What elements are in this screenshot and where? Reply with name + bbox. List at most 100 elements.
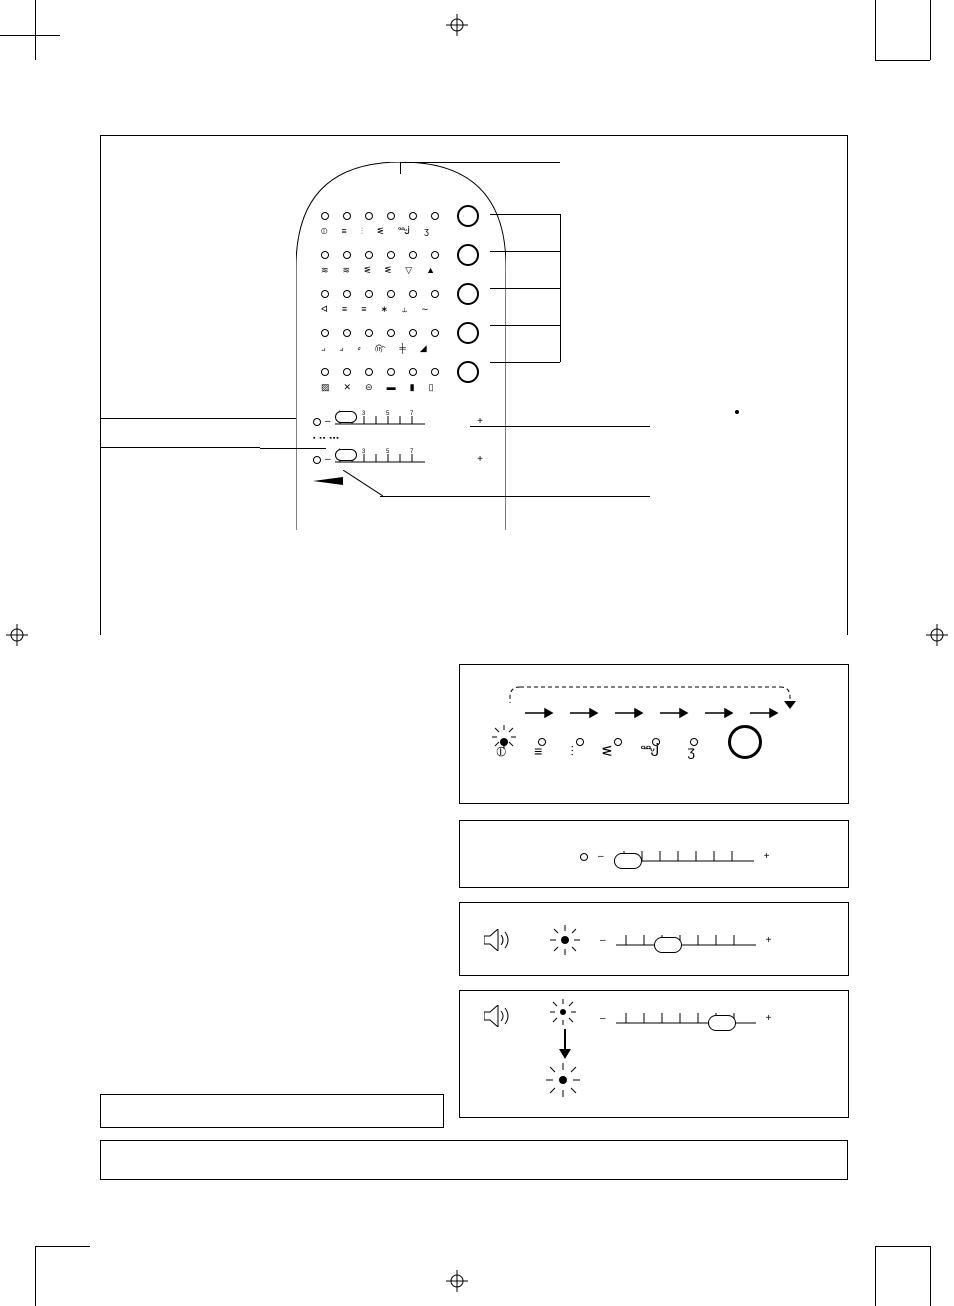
slider-knob[interactable] — [614, 853, 642, 869]
minus-icon: – — [600, 935, 606, 946]
callout-line — [380, 496, 650, 497]
crop-target-left — [6, 624, 28, 646]
row-select-button[interactable] — [457, 283, 479, 305]
stitch-led — [365, 290, 373, 298]
footer-box-1 — [100, 1094, 444, 1128]
minus-icon: – — [325, 416, 331, 427]
crop-mark — [875, 60, 930, 61]
stitch-icon: ≋ — [321, 266, 329, 275]
stitch-icon: ⊝ — [365, 383, 373, 392]
stitch-led — [576, 738, 584, 746]
slider-1: – 1 3 5 7 + ▪ ▪▪ ▪▪▪ — [313, 410, 483, 442]
svg-text:3: 3 — [362, 411, 366, 417]
plus-icon: + — [766, 1013, 772, 1024]
stitch-icon: ᙴ — [398, 227, 410, 236]
figure-b: – + — [459, 820, 849, 888]
stitch-led — [387, 368, 395, 376]
slider-knob[interactable] — [708, 1015, 736, 1031]
callout-line — [490, 251, 560, 252]
stitch-led — [343, 290, 351, 298]
stitch-led — [321, 329, 329, 337]
stitch-led — [343, 251, 351, 259]
crop-target-top — [446, 14, 468, 36]
callout-diagonal — [343, 470, 383, 500]
stitch-icon: ▨ — [321, 383, 330, 392]
cycle-button[interactable] — [728, 725, 762, 759]
arrow-down-icon — [558, 1029, 572, 1064]
stitch-icon: ⟓ — [321, 344, 325, 353]
stitch-led — [365, 329, 373, 337]
callout-line — [490, 362, 560, 363]
crop-mark — [35, 0, 36, 60]
row-select-button[interactable] — [457, 205, 479, 227]
stitch-icon: ≡ — [361, 305, 366, 314]
footer-box-2 — [100, 1140, 848, 1180]
stitch-led — [343, 329, 351, 337]
stitch-led — [321, 251, 329, 259]
stitch-icon: ≋ — [343, 266, 351, 275]
stitch-led — [431, 251, 439, 259]
stitch-icon: ⦶ — [321, 227, 328, 236]
crop-target-right — [926, 624, 948, 646]
stitch-led — [431, 329, 439, 337]
crop-target-bottom — [446, 1270, 468, 1292]
speaker-icon — [484, 929, 512, 956]
crop-mark — [35, 1246, 36, 1306]
left-callout-box — [100, 418, 260, 448]
stitch-led — [321, 212, 329, 220]
stitch-icon: ᓬ — [377, 227, 384, 236]
callout-line — [490, 288, 560, 289]
crop-mark — [875, 0, 876, 60]
stitch-led — [409, 290, 417, 298]
stitch-icon: ≡ — [534, 747, 542, 756]
stitch-icon: ⫶ — [361, 227, 363, 236]
stitch-led — [321, 368, 329, 376]
stitch-icon: ▽ — [405, 266, 412, 275]
svg-text:7: 7 — [410, 411, 414, 417]
stitch-icon: ᓬ — [364, 266, 371, 275]
row-select-button[interactable] — [457, 244, 479, 266]
crop-mark — [35, 1246, 90, 1247]
stitch-icon: ∼ — [421, 305, 429, 314]
stitch-icon: ∗ — [380, 305, 388, 314]
stitch-led — [409, 212, 417, 220]
stitch-led — [431, 290, 439, 298]
stitch-icon: ╪ — [399, 344, 405, 353]
callout-line — [260, 418, 296, 419]
stitch-led — [387, 251, 395, 259]
crop-mark — [930, 0, 931, 60]
figure-d: – + — [459, 990, 849, 1118]
slider-knob[interactable] — [654, 937, 682, 953]
slider-knob[interactable] — [335, 411, 357, 423]
plus-icon: + — [477, 454, 483, 465]
slider-knob[interactable] — [335, 449, 357, 461]
stitch-led — [409, 329, 417, 337]
stitch-icon: ⦶ — [496, 747, 506, 756]
callout-line — [490, 214, 560, 215]
stitch-icon: ⥿ — [402, 305, 407, 314]
stitch-icon: ▮ — [410, 383, 415, 392]
stitch-led — [431, 368, 439, 376]
loop-arrow-icon — [460, 673, 850, 723]
flash-led-icon — [550, 925, 580, 960]
minus-icon: – — [325, 454, 331, 465]
minus-icon: – — [600, 1013, 606, 1024]
row-select-button[interactable] — [457, 361, 479, 383]
stitch-icon: ⟓ — [339, 344, 343, 353]
stitch-icon: ʒ — [424, 227, 429, 236]
slider-led — [580, 853, 588, 861]
taper-arrow-icon — [313, 473, 483, 491]
figure-a: ⦶ ≡ ⫶ ᓬ ᙴ ʒ — [459, 664, 849, 804]
row-select-button[interactable] — [457, 322, 479, 344]
stitch-icon: ▲ — [426, 266, 435, 275]
stitch-icon: ⫶ — [570, 747, 574, 756]
slider-led — [313, 456, 321, 464]
stitch-icon: ௹ — [375, 344, 386, 353]
page: { "crop_marks": true, "main_panel": { "c… — [0, 0, 954, 1306]
callout-dot — [735, 410, 739, 414]
svg-text:5: 5 — [386, 449, 390, 455]
minus-icon: – — [598, 851, 604, 862]
flash-led-top-icon — [550, 999, 576, 1030]
stitch-icon: ≡ — [342, 305, 347, 314]
density-bars-icon: ▪ ▪▪ ▪▪▪ — [313, 435, 483, 442]
